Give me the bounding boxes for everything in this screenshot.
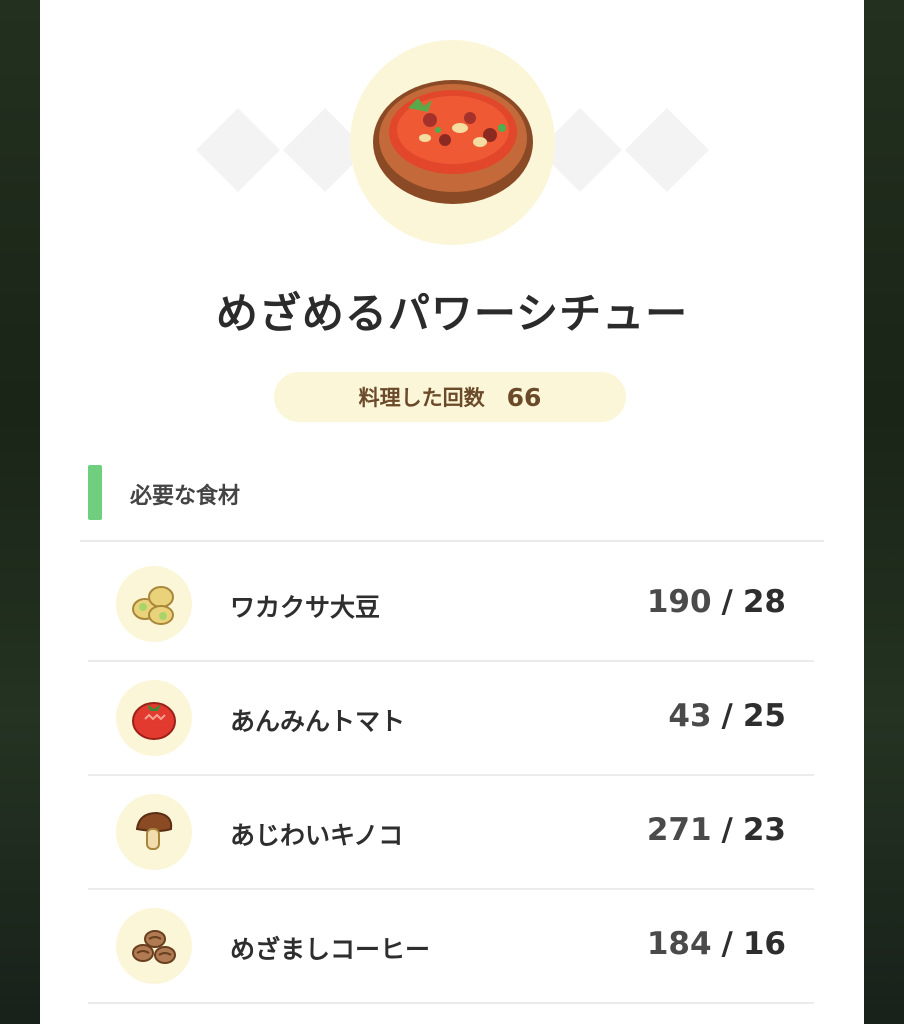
ingredient-owned-count: 184 <box>646 926 712 962</box>
soybean-icon <box>132 586 174 625</box>
background-forest-right <box>864 0 904 1024</box>
cooked-count-label: 料理した回数 <box>358 386 485 410</box>
section-divider <box>80 540 824 542</box>
recipe-card: めざめるパワーシチュー 料理した回数 66 必要な食材 ワカクサ大豆 190/2… <box>40 0 864 1024</box>
recipe-title: めざめるパワーシチュー <box>215 289 689 338</box>
quantity-separator: / <box>721 584 733 620</box>
coffee-bean-icon <box>132 930 176 964</box>
ingredient-list: ワカクサ大豆 190/28 あんみんトマト 43/25 あじわいキノコ 271 … <box>88 548 814 1004</box>
ingredient-quantity: 43/25 <box>668 698 786 734</box>
quantity-separator: / <box>721 926 733 962</box>
ingredient-icon-background <box>116 566 192 642</box>
mushroom-icon <box>135 811 173 850</box>
stew-dish-icon <box>373 80 533 204</box>
ingredient-icon-background <box>116 680 192 756</box>
ingredient-owned-count: 190 <box>646 584 712 620</box>
ingredient-row: めざましコーヒー 184/16 <box>88 890 814 1004</box>
ingredient-required-count: 25 <box>742 698 786 734</box>
tomato-icon <box>132 702 176 740</box>
ingredient-icon-background <box>116 794 192 870</box>
ingredient-required-count: 16 <box>742 926 786 962</box>
quantity-separator: / <box>721 812 733 848</box>
ingredient-name: あんみんトマト <box>230 707 406 736</box>
section-title: 必要な食材 <box>130 484 241 509</box>
ingredient-quantity: 190/28 <box>647 584 786 620</box>
ingredient-owned-count: 271 <box>646 812 712 848</box>
ingredient-required-count: 23 <box>742 812 786 848</box>
ingredient-row: あじわいキノコ 271/23 <box>88 776 814 890</box>
cooked-count-value: 66 <box>506 382 542 412</box>
quantity-separator: / <box>721 698 733 734</box>
ingredient-quantity: 271/23 <box>647 812 786 848</box>
ingredient-quantity: 184/16 <box>647 926 786 962</box>
ingredient-name: めざましコーヒー <box>230 935 431 964</box>
ingredient-name: ワカクサ大豆 <box>230 593 381 622</box>
background-forest-left <box>0 0 40 1024</box>
ingredient-row: あんみんトマト 43/25 <box>88 662 814 776</box>
ingredient-icon-background <box>116 908 192 984</box>
cooked-count-badge: 料理した回数 66 <box>274 372 626 422</box>
ingredient-owned-count: 43 <box>668 698 712 734</box>
ingredient-name: あじわいキノコ <box>230 821 404 850</box>
ingredient-row: ワカクサ大豆 190/28 <box>88 548 814 662</box>
section-accent-bar <box>88 465 102 520</box>
ingredient-required-count: 28 <box>742 584 786 620</box>
